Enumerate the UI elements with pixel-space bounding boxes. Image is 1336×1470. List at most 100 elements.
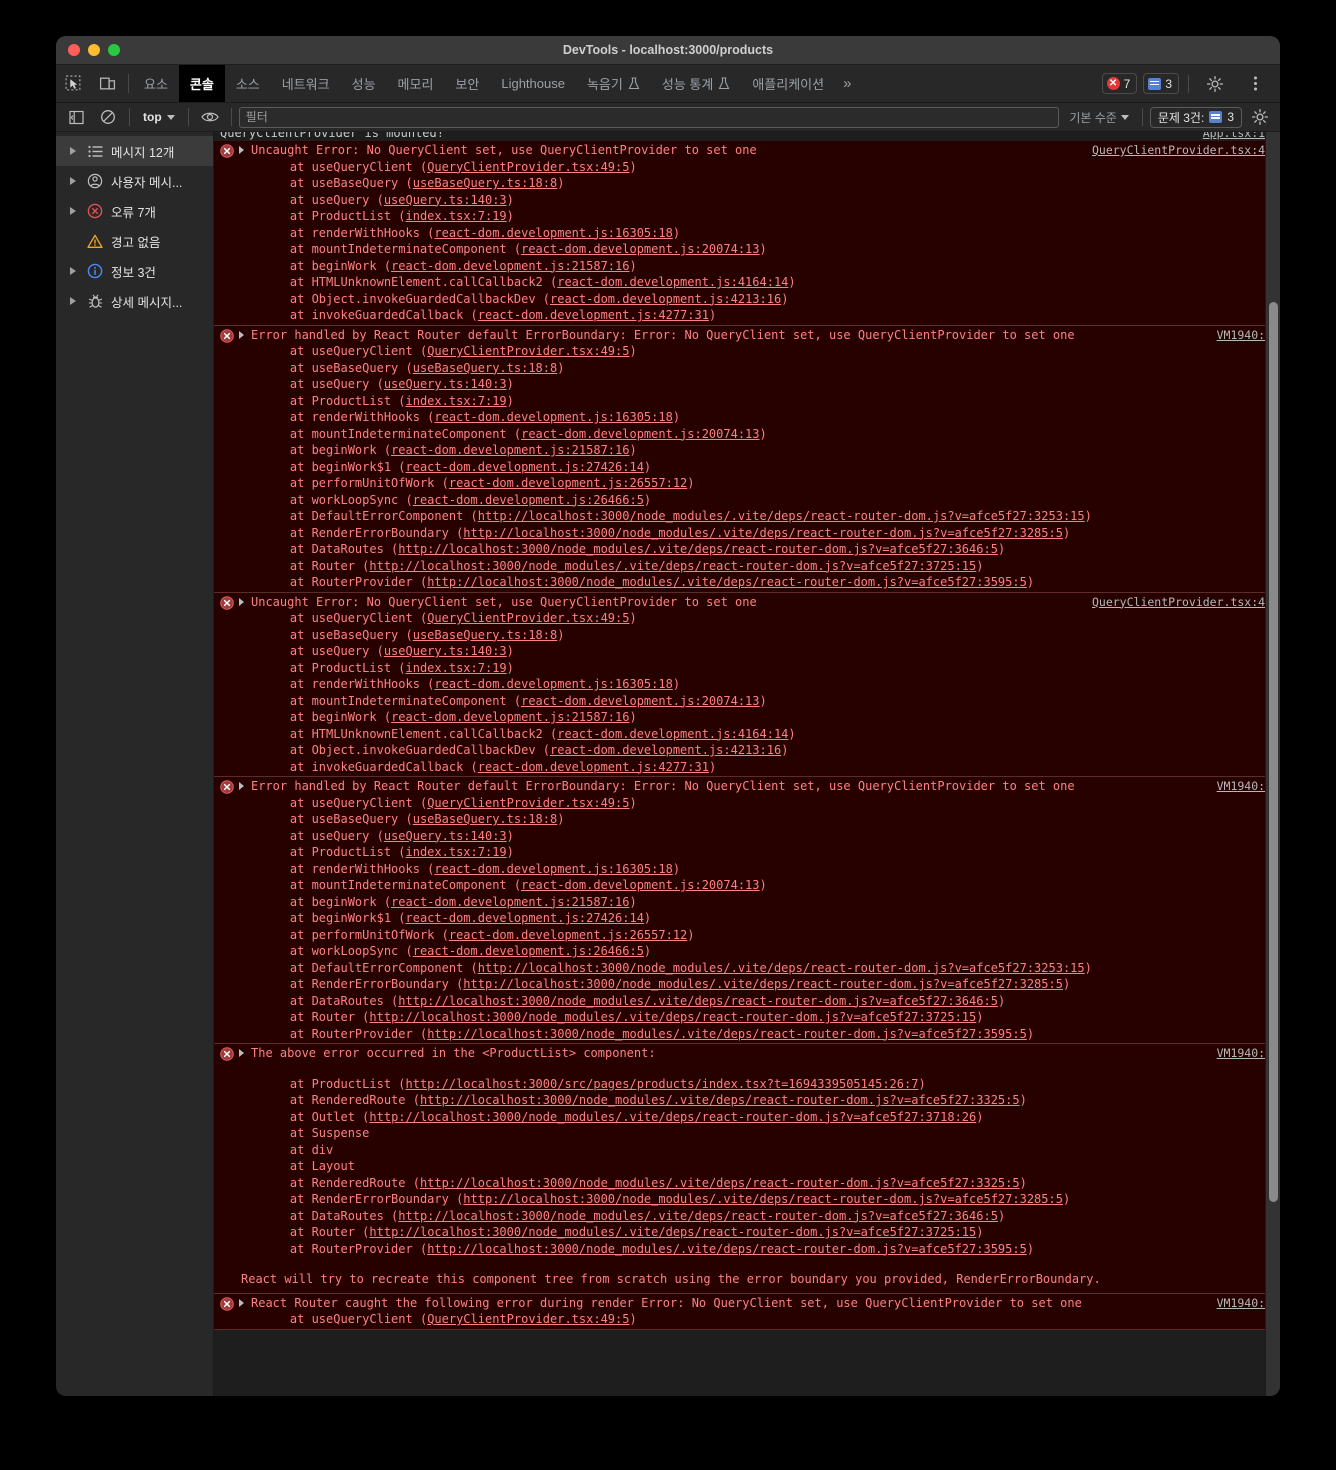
expand-arrow-icon[interactable] bbox=[239, 1298, 249, 1307]
chevron-right-icon[interactable] bbox=[70, 297, 79, 305]
chevron-right-icon[interactable] bbox=[70, 177, 79, 185]
error-circle-icon: ✕ bbox=[1106, 77, 1120, 90]
clear-console-icon[interactable] bbox=[94, 105, 122, 129]
console-message-header[interactable]: Uncaught Error: No QueryClient set, use … bbox=[214, 594, 1280, 611]
issues-badge[interactable]: 문제 3건: 3 bbox=[1149, 106, 1242, 128]
sidebar-item-label: 오류 7개 bbox=[111, 205, 156, 220]
tab-network[interactable]: 네트워크 bbox=[271, 65, 341, 102]
console-message-text: The above error occurred in the <Product… bbox=[251, 1046, 656, 1060]
tab-elements[interactable]: 요소 bbox=[133, 65, 179, 102]
toolbar-divider bbox=[128, 74, 129, 93]
console-scrollbar-thumb[interactable] bbox=[1269, 302, 1278, 1202]
console-message-note: React will try to recreate this componen… bbox=[241, 1272, 1101, 1286]
tab-performance-insights[interactable]: 성능 통계 bbox=[651, 65, 741, 102]
tab-sources[interactable]: 소스 bbox=[225, 65, 271, 102]
tab-overflow-button[interactable]: » bbox=[835, 65, 859, 102]
live-expression-icon[interactable] bbox=[196, 105, 224, 129]
execution-context-selector[interactable]: top bbox=[137, 110, 181, 124]
console-message-error[interactable]: React Router caught the following error … bbox=[214, 1293, 1280, 1330]
gear-icon[interactable] bbox=[1246, 105, 1274, 129]
source-link[interactable]: App.tsx:14 bbox=[1203, 132, 1272, 141]
tab-label: 성능 bbox=[351, 77, 376, 92]
console-message-error[interactable]: Error handled by React Router default Er… bbox=[214, 325, 1280, 593]
chevron-right-icon[interactable] bbox=[70, 267, 79, 275]
execution-context-value: top bbox=[143, 110, 162, 124]
minimize-button[interactable] bbox=[88, 44, 100, 56]
console-message-text: Error handled by React Router default Er… bbox=[251, 779, 1075, 793]
expand-arrow-icon[interactable] bbox=[239, 782, 249, 790]
sidebar-item-messages[interactable]: 메시지 12개 bbox=[56, 136, 213, 166]
source-link[interactable]: QueryClientProvider.tsx:49 bbox=[1092, 594, 1272, 611]
error-count-badge[interactable]: ✕ 7 bbox=[1101, 73, 1138, 94]
console-message-error[interactable]: Uncaught Error: No QueryClient set, use … bbox=[214, 592, 1280, 777]
console-message-text: React Router caught the following error … bbox=[251, 1295, 1082, 1310]
filterbar-divider bbox=[230, 108, 232, 126]
source-link[interactable]: VM1940:1 bbox=[1217, 778, 1272, 795]
chevron-right-icon[interactable] bbox=[70, 207, 79, 215]
expand-arrow-icon[interactable] bbox=[239, 1049, 249, 1057]
sidebar-item-verbose[interactable]: 상세 메시지... bbox=[56, 286, 213, 316]
expand-arrow-icon[interactable] bbox=[239, 146, 249, 154]
sidebar-item-user-messages[interactable]: 사용자 메시... bbox=[56, 166, 213, 196]
tab-application[interactable]: 애플리케이션 bbox=[741, 65, 835, 102]
tab-security[interactable]: 보안 bbox=[444, 65, 490, 102]
error-circle-icon bbox=[220, 1047, 234, 1061]
source-link[interactable]: VM1940:1 bbox=[1217, 1045, 1272, 1062]
message-count-badge[interactable]: 3 bbox=[1143, 73, 1179, 94]
message-count-value: 3 bbox=[1165, 76, 1172, 91]
tab-label: 메모리 bbox=[397, 77, 434, 92]
console-message-header[interactable]: React Router caught the following error … bbox=[214, 1295, 1280, 1312]
console-stack-trace: at useQueryClient (QueryClientProvider.t… bbox=[261, 344, 1092, 589]
close-button[interactable] bbox=[68, 44, 80, 56]
console-scrollbar[interactable] bbox=[1265, 132, 1280, 1396]
message-square-icon bbox=[1209, 111, 1223, 123]
error-circle-icon bbox=[86, 203, 104, 219]
console-message-error[interactable]: The above error occurred in the <Product… bbox=[214, 1044, 1280, 1294]
flask-icon bbox=[628, 77, 640, 90]
source-link[interactable]: VM1940:1 bbox=[1217, 327, 1272, 344]
flask-icon bbox=[718, 77, 730, 90]
tab-lighthouse[interactable]: Lighthouse bbox=[490, 65, 576, 102]
console-message-error[interactable]: Error handled by React Router default Er… bbox=[214, 777, 1280, 1044]
expand-arrow-icon[interactable] bbox=[239, 330, 249, 339]
tab-console[interactable]: 콘솔 bbox=[178, 65, 225, 102]
devtools-window: DevTools - localhost:3000/products 요소 콘솔… bbox=[56, 36, 1280, 1396]
console-message-header[interactable]: The above error occurred in the <Product… bbox=[214, 1045, 1280, 1062]
sidebar-item-info[interactable]: 정보 3건 bbox=[56, 256, 213, 286]
expand-arrow-icon[interactable] bbox=[239, 597, 249, 606]
chevron-right-icon[interactable] bbox=[70, 147, 79, 155]
inspect-element-icon[interactable] bbox=[56, 65, 90, 102]
console-message-partial[interactable]: QueryClientProvider is mounted! App.tsx:1… bbox=[214, 132, 1280, 141]
gear-icon[interactable] bbox=[1198, 75, 1232, 93]
log-level-value: 기본 수준 bbox=[1069, 110, 1117, 125]
source-link[interactable]: VM1940:1 bbox=[1217, 1295, 1272, 1312]
console-message-header[interactable]: Error handled by React Router default Er… bbox=[214, 778, 1280, 795]
console-stack-trace: at ProductList (http://localhost:3000/sr… bbox=[261, 1076, 1071, 1256]
source-link[interactable]: QueryClientProvider.tsx:49 bbox=[1092, 142, 1272, 159]
tab-performance[interactable]: 성능 bbox=[341, 65, 387, 102]
console-message-header[interactable]: Error handled by React Router default Er… bbox=[214, 327, 1280, 344]
console-messages-panel[interactable]: QueryClientProvider is mounted! App.tsx:1… bbox=[214, 132, 1280, 1396]
tab-label: 소스 bbox=[235, 77, 260, 92]
console-scroll-area[interactable]: QueryClientProvider is mounted! App.tsx:1… bbox=[214, 132, 1280, 1396]
issues-count-value: 3 bbox=[1227, 110, 1234, 124]
sidebar-toggle-icon[interactable] bbox=[62, 105, 90, 129]
console-stack-trace: at useQueryClient (QueryClientProvider.t… bbox=[261, 1312, 637, 1326]
filterbar-divider bbox=[129, 108, 130, 126]
log-level-selector[interactable]: 기본 수준 bbox=[1063, 109, 1135, 126]
sidebar-item-warnings[interactable]: 경고 없음 bbox=[56, 226, 213, 256]
device-toolbar-icon[interactable] bbox=[90, 65, 124, 102]
tab-memory[interactable]: 메모리 bbox=[387, 65, 445, 102]
console-message-error[interactable]: Uncaught Error: No QueryClient set, use … bbox=[214, 141, 1280, 326]
message-square-icon bbox=[1148, 77, 1162, 90]
sidebar-item-errors[interactable]: 오류 7개 bbox=[56, 196, 213, 226]
error-circle-icon bbox=[220, 780, 234, 794]
maximize-button[interactable] bbox=[108, 44, 120, 56]
tab-label: 요소 bbox=[144, 77, 168, 92]
console-message-text: Uncaught Error: No QueryClient set, use … bbox=[251, 143, 757, 157]
console-filter-input[interactable] bbox=[238, 106, 1060, 128]
kebab-menu-icon[interactable] bbox=[1238, 75, 1272, 92]
issues-label: 문제 3건: bbox=[1157, 110, 1205, 125]
tab-recorder[interactable]: 녹음기 bbox=[576, 65, 651, 102]
console-message-header[interactable]: Uncaught Error: No QueryClient set, use … bbox=[214, 142, 1280, 159]
